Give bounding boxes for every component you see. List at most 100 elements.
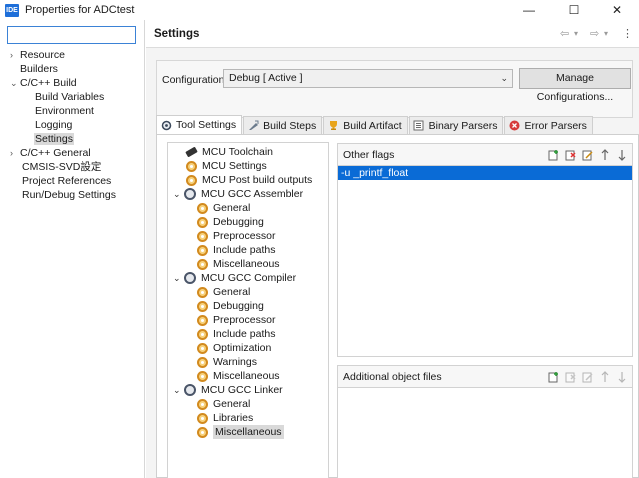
settings-header: Settings ⇦ ▾ ⇨ ▾ ⋮ bbox=[146, 20, 639, 48]
settings-icon bbox=[184, 272, 196, 284]
back-menu-icon[interactable]: ▾ bbox=[574, 29, 578, 38]
gear-icon bbox=[196, 426, 208, 438]
forward-menu-icon[interactable]: ▾ bbox=[604, 29, 608, 38]
gear-icon bbox=[185, 174, 197, 186]
tree-item-compiler-general[interactable]: General bbox=[196, 285, 250, 299]
chevron-down-icon[interactable]: ⌄ bbox=[173, 383, 184, 397]
move-down-icon[interactable] bbox=[615, 148, 628, 161]
filter-input[interactable] bbox=[7, 26, 136, 44]
delete-icon[interactable] bbox=[564, 370, 577, 383]
gear-icon bbox=[196, 230, 208, 242]
gear-icon bbox=[196, 314, 208, 326]
configuration-group: Configuration: Debug [ Active ] ⌄ Manage… bbox=[156, 60, 633, 118]
nav-item-cmsis-svd[interactable]: CMSIS-SVD設定 bbox=[22, 160, 101, 174]
other-flags-toolbar bbox=[547, 148, 628, 161]
tree-item-compiler-miscellaneous[interactable]: Miscellaneous bbox=[196, 369, 280, 383]
gear-icon bbox=[196, 398, 208, 410]
tab-binary-parsers[interactable]: Binary Parsers bbox=[408, 116, 504, 134]
nav-item-environment[interactable]: Environment bbox=[35, 104, 94, 118]
tree-item-assembler-include-paths[interactable]: Include paths bbox=[196, 243, 275, 257]
nav-item-logging[interactable]: Logging bbox=[35, 118, 72, 132]
tree-item-compiler-debugging[interactable]: Debugging bbox=[196, 299, 264, 313]
settings-icon bbox=[184, 384, 196, 396]
tree-item-mcu-gcc-compiler[interactable]: ⌄ MCU GCC Compiler bbox=[173, 271, 296, 285]
gear-icon bbox=[185, 160, 197, 172]
tree-item-compiler-preprocessor[interactable]: Preprocessor bbox=[196, 313, 275, 327]
tree-item-compiler-include-paths[interactable]: Include paths bbox=[196, 327, 275, 341]
back-arrow-icon[interactable]: ⇦ bbox=[560, 27, 569, 40]
gear-icon bbox=[196, 370, 208, 382]
move-down-icon[interactable] bbox=[615, 370, 628, 383]
tab-error-parsers[interactable]: Error Parsers bbox=[504, 116, 593, 134]
tree-item-mcu-gcc-assembler[interactable]: ⌄ MCU GCC Assembler bbox=[173, 187, 303, 201]
move-up-icon[interactable] bbox=[598, 370, 611, 383]
title-bar: IDE Properties for ADCtest — ☐ ✕ bbox=[0, 0, 639, 20]
tab-build-artifact[interactable]: Build Artifact bbox=[323, 116, 408, 134]
nav-item-builders[interactable]: Builders bbox=[20, 62, 58, 76]
tree-item-mcu-post-build-outputs[interactable]: MCU Post build outputs bbox=[185, 173, 312, 187]
gear-icon bbox=[196, 356, 208, 368]
tree-item-assembler-miscellaneous[interactable]: Miscellaneous bbox=[196, 257, 280, 271]
settings-tabs: Tool Settings Build Steps Build Artifact… bbox=[156, 115, 594, 134]
add-icon[interactable] bbox=[547, 370, 560, 383]
nav-item-cpp-general[interactable]: › C/C++ General bbox=[10, 146, 91, 160]
tree-item-compiler-warnings[interactable]: Warnings bbox=[196, 355, 257, 369]
list-item[interactable]: -u _printf_float bbox=[338, 166, 632, 180]
gear-icon bbox=[196, 300, 208, 312]
move-up-icon[interactable] bbox=[598, 148, 611, 161]
additional-object-files-toolbar bbox=[547, 370, 628, 383]
tree-item-assembler-preprocessor[interactable]: Preprocessor bbox=[196, 229, 275, 243]
additional-object-files-title: Additional object files bbox=[343, 371, 442, 383]
manage-configurations-button[interactable]: Manage Configurations... bbox=[519, 68, 631, 103]
gear-icon bbox=[196, 412, 208, 424]
chevron-down-icon[interactable]: ⌄ bbox=[173, 271, 184, 285]
view-menu-icon[interactable]: ⋮ bbox=[622, 27, 633, 40]
edit-icon[interactable] bbox=[581, 148, 594, 161]
gear-icon bbox=[196, 216, 208, 228]
tab-tool-settings[interactable]: Tool Settings bbox=[156, 115, 243, 134]
tree-item-linker-general[interactable]: General bbox=[196, 397, 250, 411]
gear-icon bbox=[196, 258, 208, 270]
gear-icon bbox=[196, 244, 208, 256]
tool-settings-panel: MCU Toolchain MCU Settings MCU Post buil… bbox=[156, 134, 639, 478]
build-steps-icon bbox=[247, 120, 259, 132]
tree-item-mcu-gcc-linker[interactable]: ⌄ MCU GCC Linker bbox=[173, 383, 283, 397]
tree-item-assembler-debugging[interactable]: Debugging bbox=[196, 215, 264, 229]
add-icon[interactable] bbox=[547, 148, 560, 161]
other-flags-header: Other flags bbox=[338, 144, 632, 166]
nav-item-build-variables[interactable]: Build Variables bbox=[35, 90, 104, 104]
nav-item-settings[interactable]: Settings bbox=[34, 132, 74, 146]
chevron-down-icon: ⌄ bbox=[500, 73, 508, 83]
tree-item-linker-miscellaneous[interactable]: Miscellaneous bbox=[196, 425, 284, 439]
property-nav: › Resource Builders ⌄ C/C++ Build Build Va… bbox=[0, 20, 145, 478]
page-title: Settings bbox=[154, 28, 200, 40]
chevron-down-icon[interactable]: ⌄ bbox=[173, 187, 184, 201]
error-icon bbox=[508, 120, 520, 132]
gear-icon bbox=[196, 202, 208, 214]
additional-object-files-header: Additional object files bbox=[338, 366, 632, 388]
chevron-right-icon[interactable]: › bbox=[10, 48, 20, 62]
close-button[interactable]: ✕ bbox=[595, 0, 639, 20]
nav-item-cpp-build[interactable]: ⌄ C/C++ Build bbox=[10, 76, 77, 90]
tree-item-mcu-settings[interactable]: MCU Settings bbox=[185, 159, 267, 173]
minimize-button[interactable]: — bbox=[507, 0, 551, 20]
chevron-right-icon[interactable]: › bbox=[10, 146, 20, 160]
window-title: Properties for ADCtest bbox=[25, 4, 135, 16]
edit-icon[interactable] bbox=[581, 370, 594, 383]
configuration-select[interactable]: Debug [ Active ] ⌄ bbox=[223, 69, 513, 88]
other-flags-panel: Other flags -u _printf_float bbox=[337, 143, 633, 357]
gear-icon bbox=[196, 342, 208, 354]
tree-item-assembler-general[interactable]: General bbox=[196, 201, 250, 215]
nav-item-project-references[interactable]: Project References bbox=[22, 174, 111, 188]
delete-icon[interactable] bbox=[564, 148, 577, 161]
nav-item-run-debug-settings[interactable]: Run/Debug Settings bbox=[22, 188, 116, 202]
chevron-down-icon[interactable]: ⌄ bbox=[10, 76, 20, 90]
forward-arrow-icon[interactable]: ⇨ bbox=[590, 27, 599, 40]
tree-item-mcu-toolchain[interactable]: MCU Toolchain bbox=[184, 145, 273, 159]
nav-item-resource[interactable]: › Resource bbox=[10, 48, 65, 62]
maximize-button[interactable]: ☐ bbox=[552, 0, 596, 20]
tree-item-linker-libraries[interactable]: Libraries bbox=[196, 411, 253, 425]
tab-build-steps[interactable]: Build Steps bbox=[243, 116, 323, 134]
additional-object-files-panel: Additional object files bbox=[337, 365, 633, 478]
tree-item-compiler-optimization[interactable]: Optimization bbox=[196, 341, 271, 355]
